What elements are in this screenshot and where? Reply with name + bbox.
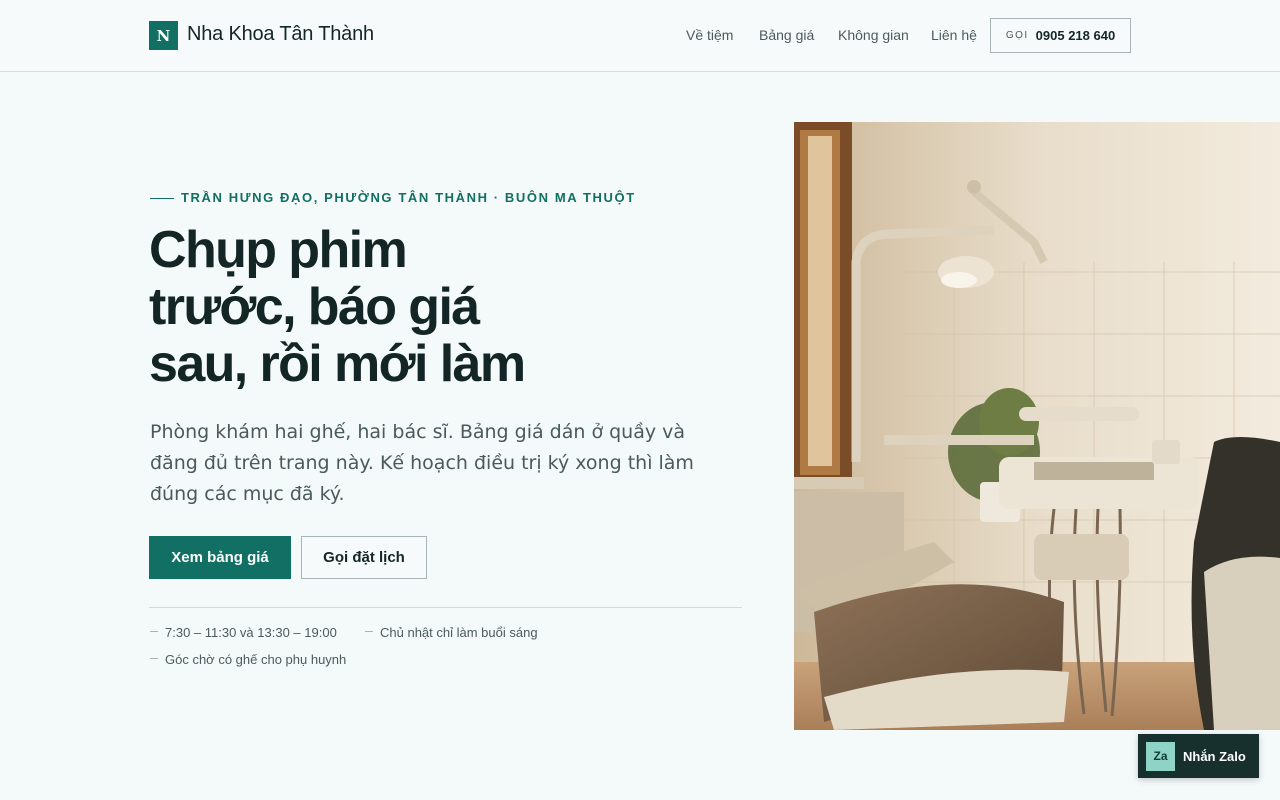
sunday-hours: Chủ nhật chỉ làm buổi sáng xyxy=(380,625,538,640)
address-eyebrow: TRẦN HƯNG ĐẠO, PHƯỜNG TÂN THÀNH · BUÔN M… xyxy=(181,190,636,205)
fact-dash xyxy=(150,658,158,659)
headline-line: trước, báo giá xyxy=(149,278,480,336)
opening-hours: 7:30 – 11:30 và 13:30 – 19:00 xyxy=(165,625,337,640)
hero-headline: Chụp phim trước, báo giá sau, rồi mới là… xyxy=(149,222,609,393)
site-header: N Nha Khoa Tân Thành Về tiệm Bảng giá Kh… xyxy=(0,0,1280,72)
logo-icon[interactable]: N xyxy=(149,21,178,50)
hero-lead: Phòng khám hai ghế, hai bác sĩ. Bảng giá… xyxy=(150,421,694,505)
nav-ve-tiem[interactable]: Về tiệm xyxy=(686,27,733,43)
call-booking-button[interactable]: Gọi đặt lịch xyxy=(301,536,427,579)
zalo-chat-button[interactable]: Za Nhắn Zalo xyxy=(1138,734,1259,778)
view-prices-button[interactable]: Xem bảng giá xyxy=(149,536,291,579)
waiting-area-note: Góc chờ có ghế cho phụ huynh xyxy=(165,652,347,667)
nav-bang-gia[interactable]: Bảng giá xyxy=(759,27,814,43)
zalo-icon: Za xyxy=(1146,741,1175,771)
call-prefix: GỌI xyxy=(1005,30,1029,41)
zalo-label: Nhắn Zalo xyxy=(1183,748,1246,764)
headline-line: sau, rồi mới làm xyxy=(149,335,526,393)
fact-dash xyxy=(150,631,158,632)
clinic-photo-illustration xyxy=(794,122,1280,730)
nav-khong-gian[interactable]: Không gian xyxy=(838,27,909,43)
call-number: 0905 218 640 xyxy=(1035,28,1116,43)
fact-dash xyxy=(365,631,373,632)
eyebrow-line xyxy=(150,198,174,199)
brand-name[interactable]: Nha Khoa Tân Thành xyxy=(187,23,374,46)
nav-lien-he[interactable]: Liên hệ xyxy=(931,27,977,43)
call-button[interactable]: GỌI 0905 218 640 xyxy=(990,18,1131,53)
divider xyxy=(149,607,742,608)
clinic-photo xyxy=(794,122,1280,730)
headline-line: Chụp phim xyxy=(149,221,408,279)
